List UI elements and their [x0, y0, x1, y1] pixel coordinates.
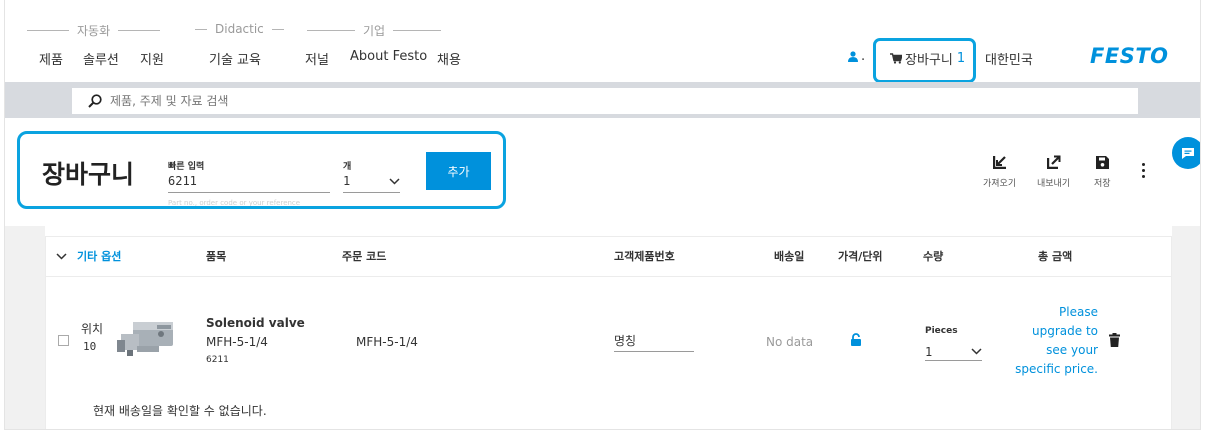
import-icon	[992, 153, 1007, 171]
column-header-item: 품목	[206, 250, 227, 263]
category-company: 기업	[307, 22, 442, 39]
column-header-price-unit: 가격/단위	[838, 250, 883, 263]
order-code: MFH-5-1/4	[356, 335, 418, 349]
price-line: see your	[1046, 343, 1098, 357]
more-options-icon[interactable]	[1142, 163, 1146, 181]
options-label: 기타 옵션	[77, 250, 122, 263]
search-box[interactable]	[72, 88, 1138, 114]
column-header-order-code: 주문 코드	[342, 250, 387, 263]
page: 자동화 Didactic 기업 제품 솔루션 지원 기술 교육 저널 About…	[4, 0, 1201, 430]
user-menu[interactable]: .	[848, 49, 865, 64]
row-checkbox[interactable]	[58, 335, 69, 346]
nav-about[interactable]: About Festo	[350, 49, 427, 64]
column-header-delivery: 배송일	[774, 250, 805, 263]
category-automation: 자동화	[27, 22, 161, 39]
search-icon	[88, 94, 102, 108]
nav-training[interactable]: 기술 교육	[209, 49, 261, 68]
upgrade-price-link[interactable]: Please upgrade to see your specific pric…	[1000, 303, 1098, 379]
chat-icon	[1181, 147, 1195, 160]
quick-entry-highlight	[17, 131, 506, 209]
options-toggle[interactable]: 기타 옵션	[56, 248, 121, 264]
region-selector[interactable]: 대한민국	[985, 49, 1033, 68]
product-image	[113, 316, 179, 364]
export-button[interactable]: 내보내기	[1037, 153, 1070, 189]
lock-icon[interactable]	[850, 332, 862, 351]
price-line: upgrade to	[1032, 324, 1098, 338]
user-icon	[848, 51, 858, 62]
save-icon	[1095, 153, 1109, 171]
chat-button[interactable]	[1172, 137, 1200, 169]
product-part-no: 6211	[206, 355, 229, 365]
customer-part-placeholder: 명칭	[614, 334, 637, 348]
import-label: 가져오기	[983, 179, 1017, 189]
delivery-notice: 현재 배송일을 확인할 수 없습니다.	[93, 404, 267, 418]
category-didactic: Didactic	[195, 22, 284, 36]
row-quantity-value: 1	[925, 344, 933, 359]
position-value: 10	[83, 340, 97, 353]
column-header-customer-no: 고객제품번호	[614, 250, 675, 263]
chevron-down-icon	[56, 252, 67, 260]
category-label: Didactic	[215, 22, 264, 36]
left-gutter	[5, 226, 45, 429]
trash-icon[interactable]	[1109, 332, 1120, 351]
export-icon	[1046, 153, 1061, 171]
nav-careers[interactable]: 채용	[437, 49, 461, 68]
import-button[interactable]: 가져오기	[983, 153, 1016, 189]
customer-part-field[interactable]: 명칭	[614, 330, 694, 352]
price-line: Please	[1059, 305, 1098, 319]
festo-logo[interactable]: FESTO	[1090, 44, 1169, 68]
column-header-quantity: 수량	[923, 250, 944, 263]
header-divider	[46, 276, 1171, 277]
nav-support[interactable]: 지원	[140, 49, 164, 68]
save-button[interactable]: 저장	[1094, 153, 1111, 189]
delivery-date: No data	[766, 335, 814, 349]
nav-products[interactable]: 제품	[39, 49, 63, 68]
column-header-total: 총 금액	[1038, 250, 1073, 263]
unit-label: Pieces	[925, 326, 958, 336]
category-label: 기업	[363, 24, 386, 38]
export-label: 내보내기	[1037, 179, 1071, 189]
price-line: specific price.	[1015, 362, 1098, 376]
save-label: 저장	[1094, 179, 1111, 189]
nav-journal[interactable]: 저널	[305, 49, 329, 68]
user-label: .	[861, 49, 866, 64]
category-label: 자동화	[77, 24, 111, 38]
chevron-down-icon	[971, 348, 982, 355]
nav-solutions[interactable]: 솔루션	[83, 49, 119, 68]
product-model: MFH-5-1/4	[206, 335, 268, 349]
row-quantity-select[interactable]: 1	[925, 343, 982, 361]
cart-highlight	[873, 38, 976, 83]
position-label: 위치	[81, 322, 104, 336]
right-gutter	[1172, 226, 1200, 429]
search-input[interactable]	[110, 94, 1010, 108]
product-name[interactable]: Solenoid valve	[206, 316, 305, 330]
